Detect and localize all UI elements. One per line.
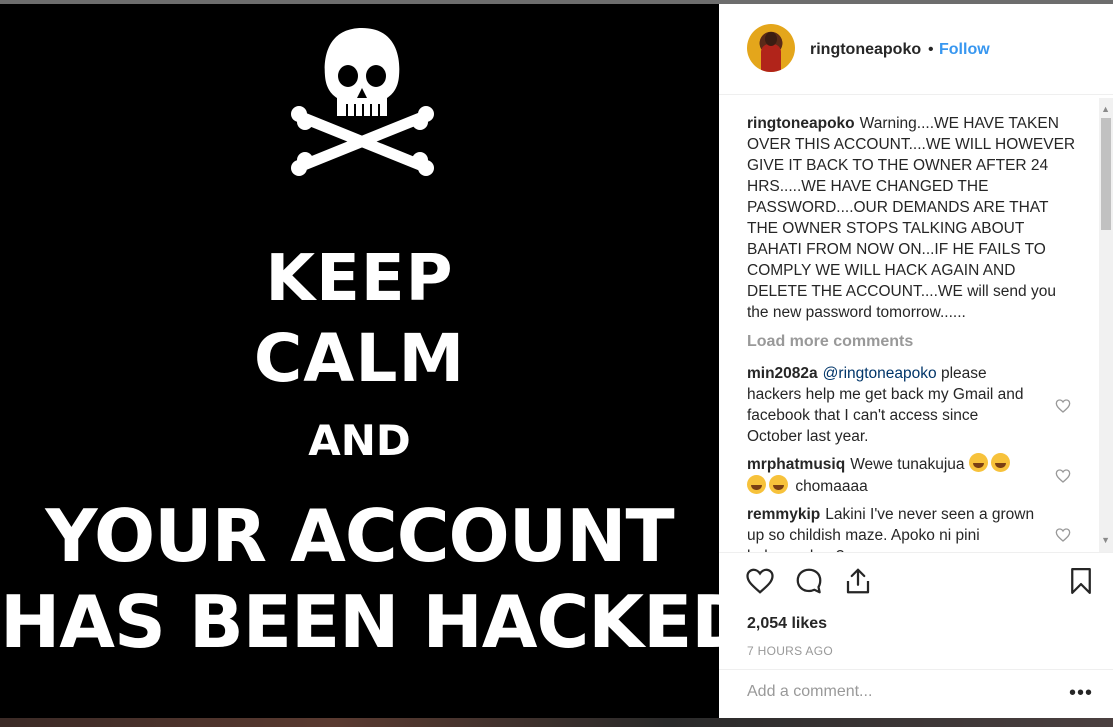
share-icon[interactable] (843, 566, 873, 596)
tears-of-joy-emoji-icon (769, 475, 788, 494)
comment-like-heart-icon[interactable] (1055, 468, 1071, 484)
poster-line-and: AND (308, 416, 411, 465)
poster-line-keep: KEEP (265, 242, 454, 316)
comment-text-continued: chomaaaa (795, 478, 868, 495)
comment-item: remmykip Lakini I've never seen a grown u… (747, 504, 1037, 552)
post-timestamp[interactable]: 7 HOURS AGO (747, 644, 833, 658)
load-more-comments-button[interactable]: Load more comments (747, 333, 913, 351)
header-username[interactable]: ringtoneapoko (810, 41, 921, 59)
follow-button[interactable]: Follow (939, 41, 990, 59)
more-options-icon[interactable]: ••• (1069, 682, 1093, 705)
post-image[interactable]: KEEP CALM AND YOUR ACCOUNT HAS BEEN HACK… (0, 4, 719, 718)
comment-like-heart-icon[interactable] (1055, 398, 1071, 414)
comments-list[interactable]: ringtoneapoko Warning....WE HAVE TAKEN OV… (719, 95, 1113, 552)
scrollbar-thumb[interactable] (1101, 118, 1111, 230)
post-actions-section: 2,054 likes 7 HOURS AGO ••• (719, 552, 1113, 719)
poster-line-has-been-hacked: HAS BEEN HACKED (0, 580, 719, 664)
tears-of-joy-emoji-icon (747, 475, 766, 494)
comment-like-heart-icon[interactable] (1055, 527, 1071, 543)
poster-line-calm: CALM (253, 320, 466, 397)
comment-text: Wewe tunakujua (850, 456, 965, 473)
skull-crossbones-icon (291, 28, 434, 176)
add-comment-bar: ••• (719, 669, 1113, 720)
caption-username[interactable]: ringtoneapoko (747, 115, 855, 132)
scroll-down-icon[interactable]: ▼ (1101, 535, 1110, 545)
comment-item: min2082a @ringtoneapoko please hackers he… (747, 363, 1037, 447)
comment-username[interactable]: min2082a (747, 365, 818, 382)
comment-username[interactable]: remmykip (747, 506, 820, 523)
comment-mention[interactable]: @ringtoneapoko (823, 365, 937, 382)
comment-username[interactable]: mrphatmusiq (747, 456, 845, 473)
likes-count[interactable]: 2,054 likes (747, 615, 827, 633)
tears-of-joy-emoji-icon (968, 453, 988, 472)
post-side-panel: ringtoneapoko • Follow ringtoneapoko Warn… (719, 4, 1113, 718)
avatar[interactable] (747, 24, 795, 72)
scroll-up-icon[interactable]: ▲ (1101, 104, 1110, 114)
add-comment-input[interactable] (745, 682, 1049, 702)
comment-item: mrphatmusiq Wewe tunakujua chomaaaa (747, 453, 1037, 497)
post-header: ringtoneapoko • Follow (719, 4, 1113, 95)
like-heart-icon[interactable] (745, 566, 775, 596)
tears-of-joy-emoji-icon (990, 453, 1010, 472)
caption-text: Warning....WE HAVE TAKEN OVER THIS ACCOU… (747, 115, 1076, 321)
separator-dot: • (928, 41, 934, 58)
poster-line-your-account: YOUR ACCOUNT (45, 494, 674, 578)
post-caption: ringtoneapoko Warning....WE HAVE TAKEN OV… (747, 113, 1077, 323)
comment-icon[interactable] (794, 566, 824, 596)
bookmark-icon[interactable] (1066, 566, 1096, 596)
